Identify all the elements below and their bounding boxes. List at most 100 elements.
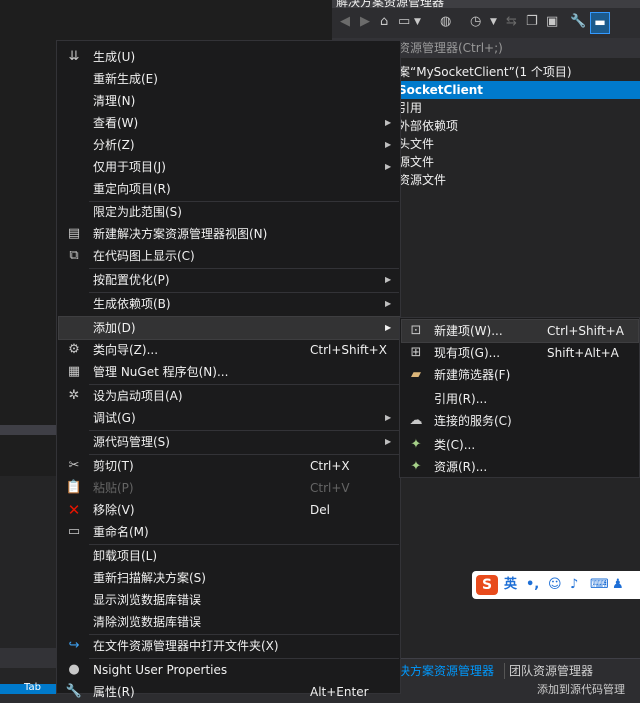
menu-item-nsight-properties[interactable]: ● Nsight User Properties: [59, 659, 399, 681]
properties-icon[interactable]: 🔧: [570, 14, 586, 30]
new-filter-icon: ▰: [411, 367, 421, 382]
menu-item-label: 显示浏览数据库错误: [93, 593, 202, 607]
menu-item-analyze[interactable]: 分析(Z) ▶: [59, 134, 399, 156]
submenu-item-label: 资源(R)...: [434, 460, 488, 474]
status-bar-text: Tab: [24, 682, 41, 693]
submenu-item-label: 新建筛选器(F): [434, 368, 511, 382]
menu-item-rescan-solution[interactable]: 重新扫描解决方案(S): [59, 567, 399, 589]
tree-item-label: 头文件: [398, 137, 435, 151]
menu-item-add[interactable]: 添加(D) ▶: [58, 316, 400, 340]
menu-item-source-control[interactable]: 源代码管理(S) ▶: [59, 431, 399, 453]
preview-selected-icon[interactable]: ▬: [590, 12, 610, 34]
menu-item-unload-project[interactable]: 卸载项目(L): [59, 545, 399, 567]
menu-item-debug[interactable]: 调试(G) ▶: [59, 407, 399, 429]
globe-icon[interactable]: ◍: [440, 14, 451, 30]
scissors-icon: ✂: [68, 458, 80, 473]
switch-views-icon[interactable]: ▭: [398, 14, 410, 30]
menu-item-rebuild[interactable]: 重新生成(E): [59, 68, 399, 90]
menu-item-new-explorer-view[interactable]: ▤ 新建解决方案资源管理器视图(N): [59, 223, 399, 245]
menu-item-show-on-code-map[interactable]: ⧉ 在代码图上显示(C): [59, 245, 399, 267]
menu-item-remove[interactable]: ✕ 移除(V) Del: [59, 499, 399, 521]
tab-solution-explorer[interactable]: 决方案资源管理器: [398, 663, 494, 679]
show-all-files-icon[interactable]: ▣: [546, 14, 558, 30]
menu-item-rename[interactable]: ▭ 重命名(M): [59, 521, 399, 543]
source-control-text[interactable]: 添加到源代码管理: [537, 681, 625, 697]
history-dropdown-icon[interactable]: ▼: [490, 14, 497, 30]
menu-item-view[interactable]: 查看(W) ▶: [59, 112, 399, 134]
menu-item-label: 剪切(T): [93, 459, 134, 473]
solution-explorer-toolbar: ◀ ▶ ⌂ ▭ ▼ ◍ ◷ ▼ ⇆ ❐ ▣ 🔧 ▬: [332, 8, 640, 38]
submenu-item-existing-item[interactable]: ⊞ 现有项(G)... Shift+Alt+A: [402, 342, 638, 364]
menu-item-label: 查看(W): [93, 116, 139, 130]
menu-item-show-db-errors[interactable]: 显示浏览数据库错误: [59, 589, 399, 611]
submenu-arrow-icon: ▶: [385, 162, 392, 171]
menu-item-label: 添加(D): [93, 321, 136, 335]
microphone-icon[interactable]: ♪: [570, 575, 578, 595]
menu-item-class-wizard[interactable]: ⚙ 类向导(Z)... Ctrl+Shift+X: [59, 339, 399, 361]
menu-item-manage-nuget[interactable]: ▦ 管理 NuGet 程序包(N)...: [59, 361, 399, 383]
submenu-arrow-icon: ▶: [385, 140, 392, 149]
paste-icon: 📋: [65, 480, 83, 495]
menu-item-shortcut: Ctrl+X: [310, 459, 350, 473]
history-icon[interactable]: ◷: [470, 14, 481, 30]
emoji-icon[interactable]: ☺: [548, 575, 562, 595]
submenu-arrow-icon: ▶: [385, 299, 392, 308]
status-bar: Tab: [0, 682, 58, 694]
submenu-item-class[interactable]: ✦ 类(C)...: [402, 434, 638, 456]
submenu-item-new-item[interactable]: ⊡ 新建项(W)... Ctrl+Shift+A: [401, 319, 639, 343]
submenu-item-label: 引用(R)...: [434, 392, 488, 406]
submenu-item-shortcut: Shift+Alt+A: [547, 346, 619, 360]
submenu-arrow-icon: ▶: [385, 118, 392, 127]
sync-icon[interactable]: ⇆: [506, 14, 517, 30]
menu-item-retarget-project[interactable]: 重定向项目(R): [59, 178, 399, 200]
menu-item-paste[interactable]: 📋 粘贴(P) Ctrl+V: [59, 477, 399, 499]
submenu-item-resource[interactable]: ✦ 资源(R)...: [402, 456, 638, 478]
submenu-arrow-icon: ▶: [385, 275, 392, 284]
submenu-item-label: 连接的服务(C): [434, 414, 512, 428]
menu-item-shortcut: Ctrl+V: [310, 481, 350, 495]
submenu-item-connected-service[interactable]: ☁ 连接的服务(C): [402, 410, 638, 432]
submenu-item-label: 现有项(G)...: [434, 346, 501, 360]
chevron-down-icon[interactable]: ▼: [414, 14, 421, 30]
menu-item-scope-to-this[interactable]: 限定为此范围(S): [59, 201, 399, 223]
back-icon[interactable]: ◀: [340, 14, 350, 30]
submenu-arrow-icon: ▶: [385, 413, 392, 422]
menu-item-shortcut: Ctrl+Shift+X: [310, 343, 387, 357]
tab-team-explorer[interactable]: 团队资源管理器: [509, 663, 593, 679]
rename-icon: ▭: [67, 524, 81, 539]
menu-item-clean[interactable]: 清理(N): [59, 90, 399, 112]
ime-mode-toggle[interactable]: 英: [504, 575, 517, 595]
menu-item-build-dependencies[interactable]: 生成依赖项(B) ▶: [59, 293, 399, 315]
menu-item-label: 粘贴(P): [93, 481, 134, 495]
new-view-icon: ▤: [67, 226, 81, 241]
menu-item-open-in-explorer[interactable]: ↪ 在文件资源管理器中打开文件夹(X): [59, 635, 399, 657]
wrench-icon: 🔧: [65, 684, 83, 699]
forward-icon[interactable]: ▶: [360, 14, 370, 30]
tab-divider: [504, 663, 505, 679]
sogou-logo-icon[interactable]: S: [476, 575, 498, 595]
home-icon[interactable]: ⌂: [380, 14, 388, 30]
resource-icon: ✦: [410, 459, 422, 474]
menu-item-cut[interactable]: ✂ 剪切(T) Ctrl+X: [59, 455, 399, 477]
keyboard-icon[interactable]: ⌨: [590, 575, 609, 595]
menu-item-shortcut: Alt+Enter: [310, 685, 369, 699]
menu-item-profile-guided-opt[interactable]: 按配置优化(P) ▶: [59, 269, 399, 291]
gear-icon: ✲: [68, 388, 80, 403]
submenu-item-new-filter[interactable]: ▰ 新建筛选器(F): [402, 364, 638, 386]
punctuation-icon[interactable]: •,: [526, 575, 539, 595]
menu-item-project-only[interactable]: 仅用于项目(J) ▶: [59, 156, 399, 178]
collapse-all-icon[interactable]: ❐: [526, 14, 538, 30]
menu-item-label: 源代码管理(S): [93, 435, 170, 449]
menu-item-label: 清除浏览数据库错误: [93, 615, 202, 629]
tree-item-label: 案“MySocketClient”(1 个项目): [398, 65, 572, 79]
menu-item-clear-db-errors[interactable]: 清除浏览数据库错误: [59, 611, 399, 633]
search-placeholder: 资源管理器(Ctrl+;): [398, 41, 503, 55]
user-icon[interactable]: ♟: [612, 575, 624, 595]
submenu-item-shortcut: Ctrl+Shift+A: [547, 324, 624, 338]
menu-item-properties[interactable]: 🔧 属性(R) Alt+Enter: [59, 681, 399, 703]
connected-service-icon: ☁: [409, 413, 423, 428]
menu-item-build[interactable]: ⇊ 生成(U): [59, 46, 399, 68]
submenu-item-reference[interactable]: 引用(R)...: [402, 388, 638, 410]
menu-item-set-startup[interactable]: ✲ 设为启动项目(A): [59, 385, 399, 407]
add-submenu: ⊡ 新建项(W)... Ctrl+Shift+A ⊞ 现有项(G)... Shi…: [399, 317, 640, 478]
